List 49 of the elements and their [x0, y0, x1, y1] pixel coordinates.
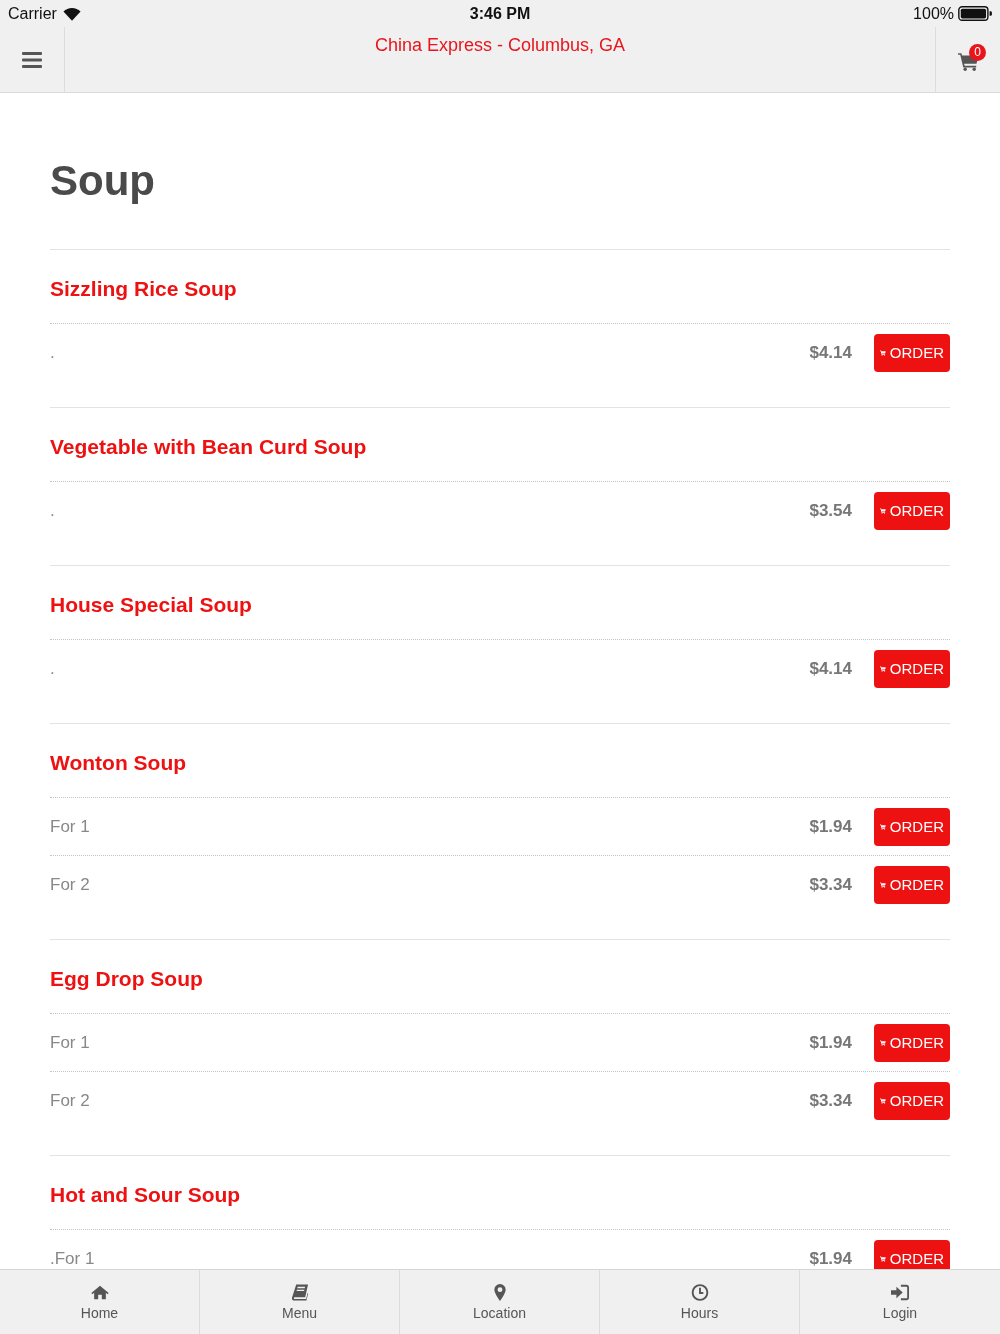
- dish-name: House Special Soup: [50, 593, 253, 617]
- price: $3.34: [809, 1090, 852, 1111]
- tab-button[interactable]: Menu: [200, 1270, 400, 1334]
- dish-name: Hot and Sour Soup: [50, 1183, 242, 1207]
- option-label: For 2: [50, 1090, 91, 1111]
- option-label: For 1: [50, 816, 91, 837]
- dish-name: Sizzling Rice Soup: [50, 277, 238, 301]
- cart-count-badge: 0: [969, 44, 986, 61]
- option-label: .: [50, 500, 56, 521]
- price: $1.94: [809, 816, 852, 837]
- carrier-name: Carrier: [8, 4, 57, 23]
- option-label: .For 1: [50, 1248, 96, 1269]
- menu-icon: [22, 51, 42, 68]
- cart-button[interactable]: 0: [935, 27, 1000, 92]
- category-title: Soup: [50, 156, 156, 206]
- price: $4.14: [809, 658, 852, 679]
- option-label: .: [50, 342, 56, 363]
- order-button[interactable]: ORDER: [874, 1023, 950, 1062]
- battery-icon: [958, 6, 992, 21]
- clock-time: 3:46 PM: [469, 4, 531, 23]
- price: $1.94: [809, 1248, 852, 1269]
- option-label: For 2: [50, 874, 91, 895]
- price: $3.34: [809, 874, 852, 895]
- dish-name: Vegetable with Bean Curd Soup: [50, 435, 368, 459]
- order-button[interactable]: ORDER: [874, 1081, 950, 1120]
- price: $4.14: [809, 342, 852, 363]
- order-button[interactable]: ORDER: [874, 649, 950, 688]
- tab-button[interactable]: Location: [400, 1270, 600, 1334]
- order-button[interactable]: ORDER: [874, 1239, 950, 1269]
- sign-in-icon: [891, 1283, 909, 1301]
- order-button[interactable]: ORDER: [874, 865, 950, 904]
- option-label: .: [50, 658, 56, 679]
- order-button[interactable]: ORDER: [874, 491, 950, 530]
- clock-icon: [690, 1283, 709, 1301]
- tab-button[interactable]: Login: [800, 1270, 1000, 1334]
- tab-button[interactable]: Hours: [600, 1270, 800, 1334]
- restaurant-title: China Express - Columbus, GA: [373, 34, 627, 57]
- price: $3.54: [809, 500, 852, 521]
- order-button[interactable]: ORDER: [874, 807, 950, 846]
- dish-name: Wonton Soup: [50, 751, 188, 775]
- home-icon: [90, 1283, 109, 1301]
- battery-percent: 100%: [913, 4, 954, 23]
- price: $1.94: [809, 1032, 852, 1053]
- order-button[interactable]: ORDER: [874, 333, 950, 372]
- option-label: For 1: [50, 1032, 91, 1053]
- book-icon: [290, 1283, 309, 1301]
- wifi-icon: [62, 6, 81, 21]
- tab-button[interactable]: Home: [0, 1270, 200, 1334]
- dish-name: Egg Drop Soup: [50, 967, 204, 991]
